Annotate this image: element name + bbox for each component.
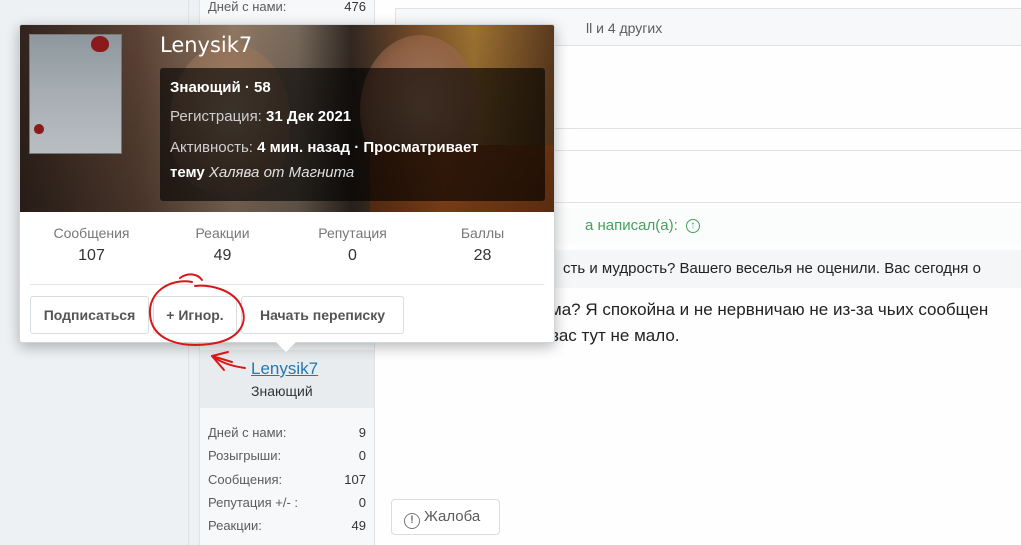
stat-reactions[interactable]: Реакции 49: [156, 225, 289, 265]
balloon-icon: [91, 36, 109, 52]
stat-value: 0: [358, 448, 366, 463]
stat-value: 107: [344, 472, 366, 487]
stat-points[interactable]: Баллы 28: [416, 225, 549, 265]
stat-label: Розыгрыши:: [208, 448, 282, 463]
subscribe-button[interactable]: Подписаться: [30, 296, 149, 334]
popup-username[interactable]: Lenysik7: [160, 33, 252, 57]
post-text-line: вас тут не мало.: [550, 326, 680, 345]
quote-author-text: а написал(а):: [585, 217, 678, 234]
member-activity-topic: тему Халява от Магнита: [170, 164, 355, 181]
member-info-box: Знающий · 58 Регистрация: 31 Дек 2021 Ак…: [160, 68, 545, 201]
member-rank: Знающий · 58: [170, 79, 271, 96]
balloon-icon: [34, 124, 44, 134]
author-title: Знающий: [251, 383, 313, 399]
member-activity: Активность: 4 мин. назад · Просматривает: [170, 139, 479, 156]
avatar[interactable]: [29, 34, 122, 154]
stat-label: Дней с нами:: [208, 0, 287, 14]
stat-label: Реакции:: [208, 518, 262, 533]
divider: [30, 284, 544, 285]
author-name-block: Lenysik7 Знающий: [200, 350, 374, 408]
stat-messages[interactable]: Сообщения 107: [25, 225, 158, 265]
topic-link[interactable]: Халява от Магнита: [209, 164, 354, 181]
arrow-up-icon[interactable]: ↑: [685, 219, 700, 234]
stat-value: 476: [344, 0, 366, 14]
report-button[interactable]: ! Жалоба: [391, 499, 500, 535]
member-stats: Сообщения 107 Реакции 49 Репутация 0 Бал…: [20, 225, 554, 273]
stat-label: Дней с нами:: [208, 425, 287, 440]
ignore-button[interactable]: + Игнор.: [153, 296, 237, 334]
author-days-row-top: Дней с нами: 476: [208, 0, 366, 17]
member-tooltip: Lenysik7 Знающий · 58 Регистрация: 31 Де…: [19, 24, 555, 343]
report-button-label: Жалоба: [424, 508, 481, 525]
author-stat-messages: Сообщения: 107: [208, 470, 366, 490]
start-conversation-button[interactable]: Начать переписку: [241, 296, 404, 334]
stat-value: 49: [351, 518, 366, 533]
author-stat-days: Дней с нами: 9: [208, 423, 366, 443]
stat-value: 0: [358, 495, 366, 510]
stat-label: Репутация +/- :: [208, 495, 299, 510]
alert-icon: !: [404, 513, 420, 529]
author-stat-reputation: Репутация +/- : 0: [208, 493, 366, 513]
post-text-line: ма? Я спокойна и не нервничаю не из-за ч…: [550, 300, 989, 319]
author-username-link[interactable]: Lenysik7: [251, 359, 318, 379]
author-stat-reactions: Реакции: 49: [208, 516, 366, 536]
tooltip-arrow: [276, 342, 296, 352]
stat-value: 9: [358, 425, 366, 440]
author-stat-giveaways: Розыгрыши: 0: [208, 446, 366, 466]
member-registration: Регистрация: 31 Дек 2021: [170, 108, 352, 125]
stat-reputation: Репутация 0: [318, 225, 387, 264]
stat-label: Сообщения:: [208, 472, 283, 487]
reactions-text: ll и 4 других: [586, 20, 663, 36]
